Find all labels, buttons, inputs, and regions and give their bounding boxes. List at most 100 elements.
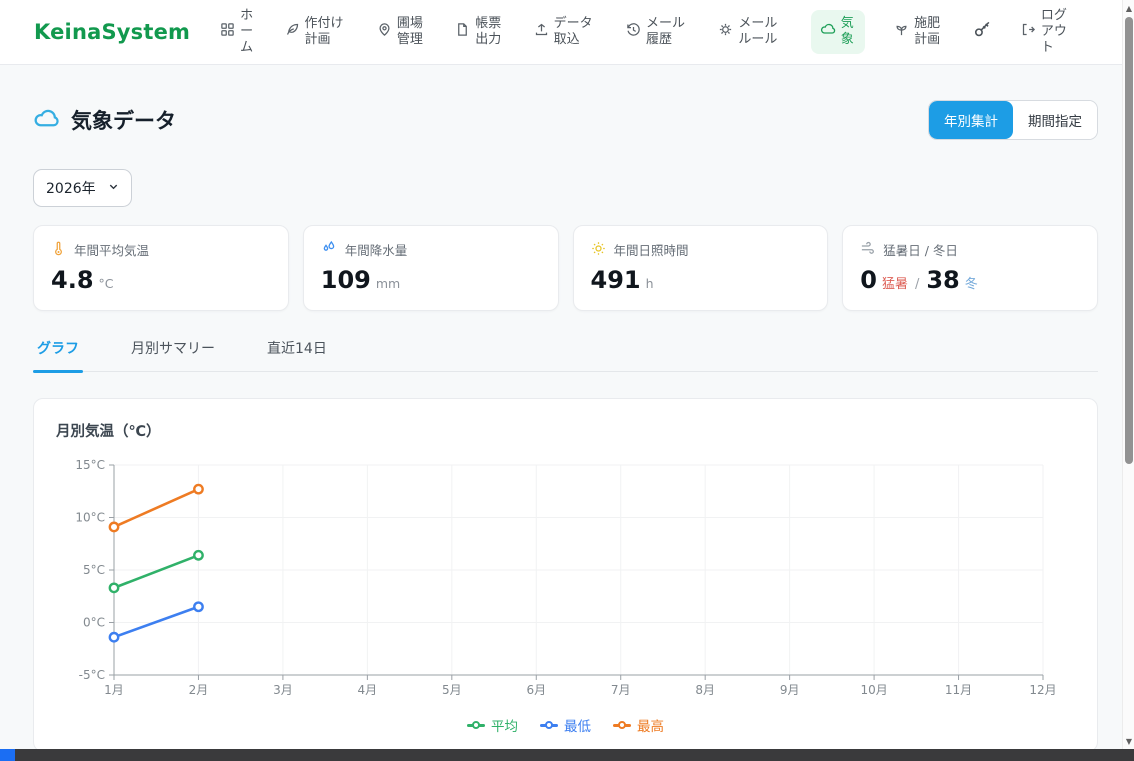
- chart-legend: 平均 最低 最高: [56, 715, 1075, 735]
- pen-icon: [285, 22, 300, 42]
- scrollbar-up-arrow[interactable]: ▲: [1123, 2, 1134, 14]
- tab-monthly-summary[interactable]: 月別サマリー: [127, 338, 219, 371]
- stat-unit: mm: [376, 276, 400, 291]
- hot-days-value: 0: [860, 266, 877, 294]
- legend-marker: [613, 721, 631, 730]
- nav-item-label: メールルール: [738, 16, 781, 49]
- nav-item-planting-plan[interactable]: 作付け計画: [285, 16, 348, 49]
- raindrop-icon: [321, 240, 337, 259]
- top-navigation: KeinaSystem ホーム 作付け計画 圃場管理 帳票出力 データ取込 メー…: [0, 0, 1134, 65]
- nav-item-label: メール履歴: [646, 16, 689, 49]
- svg-text:15°C: 15°C: [75, 458, 105, 472]
- stat-cards: 年間平均気温 4.8 °C 年間降水量 109 mm 年間日照時間: [33, 225, 1098, 311]
- svg-text:4月: 4月: [358, 683, 378, 697]
- legend-marker: [467, 721, 485, 730]
- map-pin-icon: [377, 22, 392, 42]
- nav-item-label: ホーム: [240, 8, 255, 57]
- nav-item-report-output[interactable]: 帳票出力: [455, 16, 504, 49]
- svg-text:0°C: 0°C: [83, 616, 105, 630]
- view-toggle-group: 年別集計 期間指定: [928, 100, 1098, 140]
- svg-text:9月: 9月: [780, 683, 800, 697]
- gear-icon: [718, 22, 733, 42]
- hot-days-label: 猛暑: [882, 273, 908, 292]
- main-content: 気象データ 年別集計 期間指定 2026年 年間平均気温 4.8 °C: [0, 100, 1134, 752]
- cold-days-value: 38: [926, 266, 959, 294]
- year-select-value: 2026年: [46, 178, 96, 198]
- separator: /: [915, 277, 919, 292]
- stat-card-sunshine: 年間日照時間 491 h: [573, 225, 829, 311]
- nav-items: ホーム 作付け計画 圃場管理 帳票出力 データ取込 メール履歴 メールルール: [220, 8, 1070, 57]
- svg-text:8月: 8月: [695, 683, 715, 697]
- vertical-scrollbar[interactable]: ▲ ▼: [1122, 0, 1134, 749]
- svg-text:5月: 5月: [442, 683, 462, 697]
- logout-icon: [1021, 22, 1036, 42]
- cold-days-label: 冬: [965, 273, 978, 292]
- svg-text:11月: 11月: [945, 683, 972, 697]
- legend-item-minimum[interactable]: 最低: [540, 715, 591, 735]
- tab-graph[interactable]: グラフ: [33, 338, 83, 371]
- tab-last-14-days[interactable]: 直近14日: [263, 338, 331, 371]
- nav-item-label: 気象: [841, 16, 856, 49]
- chart-title: 月別気温（℃）: [56, 420, 1075, 441]
- stat-label: 年間降水量: [345, 240, 408, 259]
- upload-icon: [534, 22, 549, 42]
- cloud-icon: [33, 105, 60, 136]
- nav-item-logout[interactable]: ログアウト: [1021, 8, 1070, 57]
- page-title: 気象データ: [71, 105, 176, 135]
- nav-item-mail-history[interactable]: メール履歴: [626, 16, 689, 49]
- nav-item-label: 圃場管理: [397, 16, 426, 49]
- legend-item-maximum[interactable]: 最高: [613, 715, 664, 735]
- stat-unit: °C: [99, 276, 114, 291]
- legend-label: 平均: [491, 715, 518, 735]
- thermometer-icon: [51, 241, 66, 259]
- svg-text:2月: 2月: [189, 683, 209, 697]
- toggle-yearly-summary[interactable]: 年別集計: [929, 101, 1013, 139]
- legend-marker: [540, 721, 558, 730]
- scrollbar-down-arrow[interactable]: ▼: [1123, 735, 1134, 747]
- stat-value: 109: [321, 266, 371, 294]
- stat-card-extreme-days: 猛暑日 / 冬日 0 猛暑 / 38 冬: [842, 225, 1098, 311]
- nav-item-password[interactable]: [973, 20, 992, 44]
- stat-value: 4.8: [51, 266, 94, 294]
- wind-icon: [860, 241, 875, 259]
- legend-label: 最高: [637, 715, 664, 735]
- nav-item-label: 作付け計画: [305, 16, 348, 49]
- tab-bar: グラフ 月別サマリー 直近14日: [33, 338, 1098, 372]
- key-icon: [973, 20, 992, 44]
- nav-item-field-management[interactable]: 圃場管理: [377, 16, 426, 49]
- svg-text:12月: 12月: [1029, 683, 1056, 697]
- nav-item-label: 施肥計画: [914, 16, 943, 49]
- stat-value: 491: [591, 266, 641, 294]
- stat-card-precipitation: 年間降水量 109 mm: [303, 225, 559, 311]
- svg-text:7月: 7月: [611, 683, 631, 697]
- year-select[interactable]: 2026年: [33, 169, 132, 207]
- brand-logo[interactable]: KeinaSystem: [34, 20, 190, 44]
- svg-text:6月: 6月: [526, 683, 546, 697]
- svg-text:10°C: 10°C: [75, 511, 105, 525]
- legend-item-average[interactable]: 平均: [467, 715, 518, 735]
- history-icon: [626, 22, 641, 42]
- svg-text:10月: 10月: [860, 683, 887, 697]
- grid-icon: [220, 22, 235, 42]
- nav-item-data-import[interactable]: データ取込: [534, 16, 597, 49]
- stat-card-avg-temp: 年間平均気温 4.8 °C: [33, 225, 289, 311]
- sun-icon: [591, 241, 606, 259]
- nav-item-weather[interactable]: 気象: [811, 10, 865, 55]
- toggle-period-select[interactable]: 期間指定: [1013, 101, 1097, 139]
- chevron-down-icon: [108, 180, 119, 196]
- nav-item-fertilizer-plan[interactable]: 施肥計画: [894, 16, 943, 49]
- bottom-bar: [0, 749, 1134, 761]
- svg-text:5°C: 5°C: [83, 563, 105, 577]
- stat-label: 年間平均気温: [74, 240, 149, 259]
- nav-item-mail-rules[interactable]: メールルール: [718, 16, 781, 49]
- document-icon: [455, 22, 470, 42]
- cloud-icon: [820, 21, 836, 42]
- nav-item-label: ログアウト: [1041, 8, 1070, 57]
- scrollbar-thumb[interactable]: [1125, 17, 1133, 464]
- filter-row: 2026年: [33, 169, 1098, 207]
- nav-item-label: 帳票出力: [475, 16, 504, 49]
- nav-item-home[interactable]: ホーム: [220, 8, 255, 57]
- nav-item-label: データ取込: [554, 16, 597, 49]
- stat-label: 年間日照時間: [614, 240, 689, 259]
- seedling-icon: [894, 22, 909, 42]
